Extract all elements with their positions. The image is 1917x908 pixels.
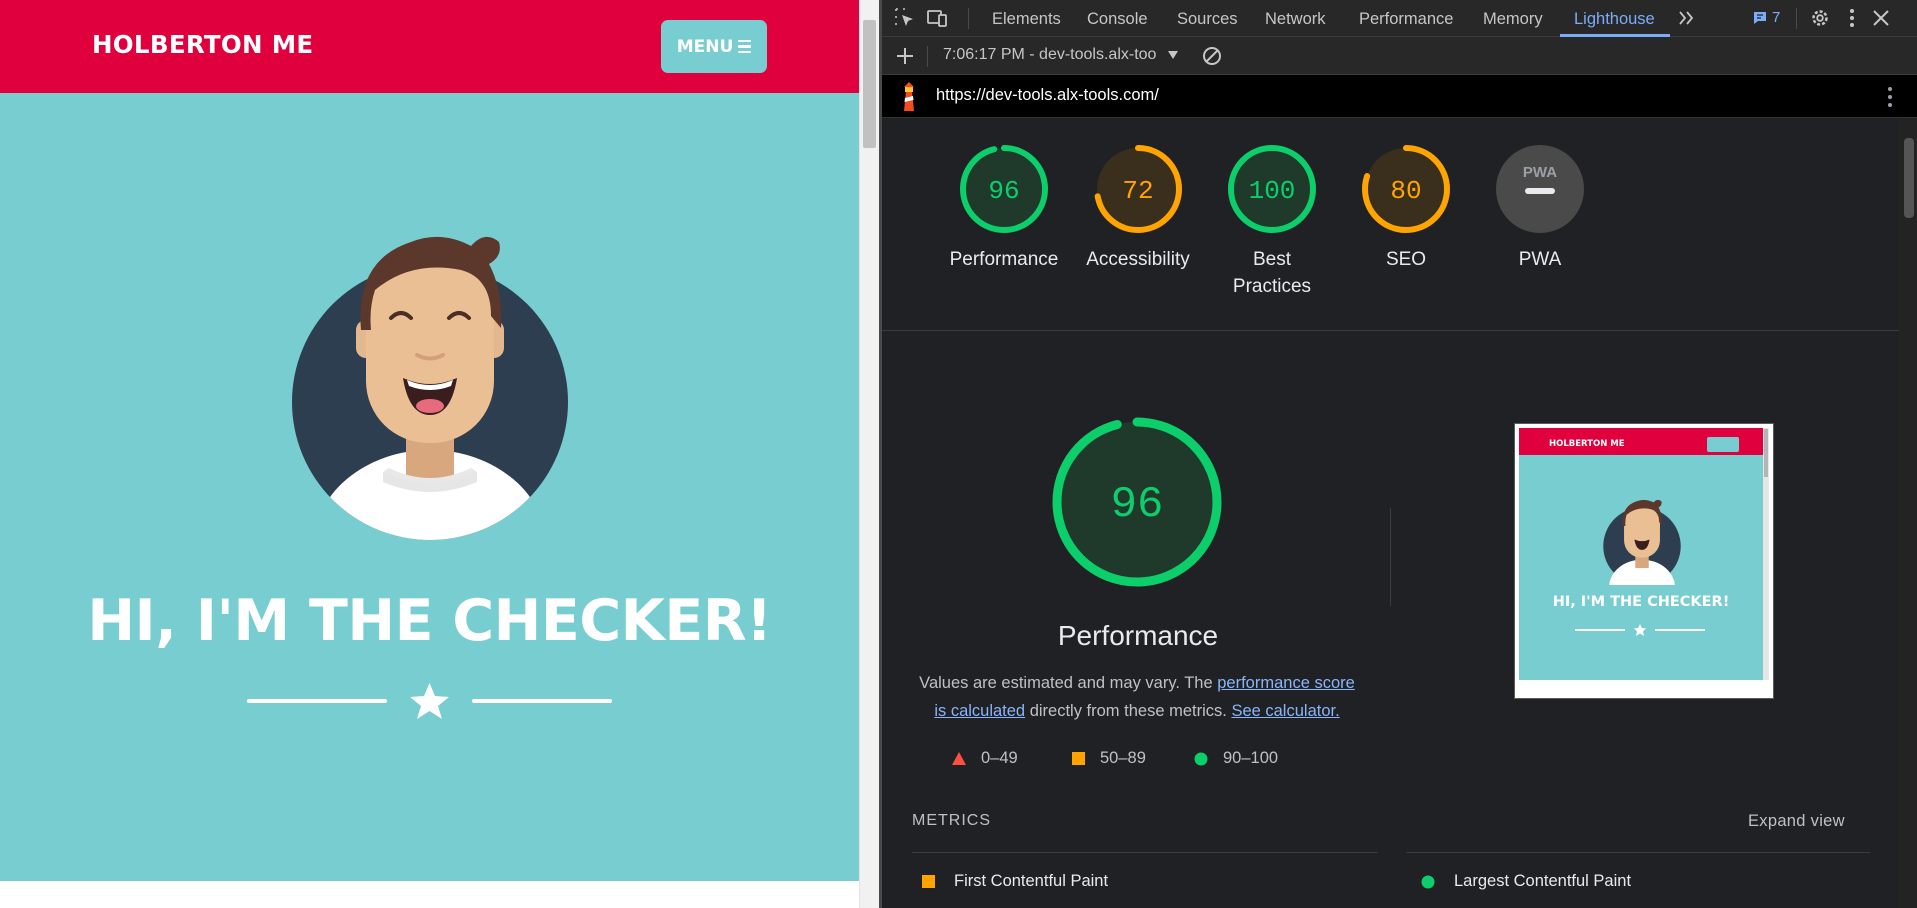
performance-main-gauge: 96 [1052,417,1222,587]
svg-text:PWA: PWA [1523,164,1557,181]
thumb-star-divider [1575,624,1705,636]
device-toolbar-icon[interactable] [926,7,948,29]
tab-performance[interactable]: Performance [1359,10,1453,29]
message-icon [1754,11,1766,24]
menu-button-label: MENU [676,36,734,57]
site-header: HOLBERTON ME MENU [0,0,859,93]
score-value: 80 [1390,176,1421,206]
hamburger-icon [738,39,752,54]
hero-section: HI, I'M THE CHECKER! [0,93,859,881]
category-description: Values are estimated and may vary. The p… [919,674,1355,720]
expand-view-toggle[interactable]: Expand view [1748,812,1845,831]
score-gauge-best-practices[interactable]: 100 Best Practices [1205,144,1339,300]
vertical-divider [1390,508,1391,606]
lighthouse-toolbar: 7:06:17 PM - dev-tools.alx-too [882,37,1917,75]
category-title: Performance [1057,620,1219,651]
star-divider [247,683,612,719]
score-gauge-pwa[interactable]: PWA PWA [1473,144,1607,273]
thumb-menu [1707,437,1739,452]
score-gauge-performance[interactable]: 96 Performance [937,144,1071,273]
devtools-tabbar: Elements Console Sources Network Perform… [882,0,1917,37]
add-icon[interactable] [894,45,916,67]
metrics-heading: METRICS [912,812,991,829]
score-value: 96 [988,176,1019,206]
tab-elements[interactable]: Elements [992,10,1061,29]
score-label: PWA [1518,249,1562,270]
page-scrollbar[interactable] [859,0,879,908]
thumb-avatar [1603,499,1681,585]
thumb-logo: HOLBERTON ME [1549,439,1625,449]
menu-button[interactable]: MENU [661,20,767,73]
score-label: Best Practices [1232,249,1312,297]
tab-console[interactable]: Console [1087,10,1148,29]
tab-memory[interactable]: Memory [1483,10,1543,29]
close-icon[interactable] [1870,7,1892,29]
square-icon [1072,752,1085,765]
divider [1406,852,1870,853]
thumb-title: HI, I'M THE CHECKER! [1552,594,1730,610]
score-gauge-accessibility[interactable]: 72 Accessibility [1071,144,1205,273]
metric-largest-contentful-paint[interactable]: Largest Contentful Paint [1421,872,1631,891]
lighthouse-report: 96 Performance 72 Accessibility 100 Best… [882,118,1899,908]
circle-icon [1194,752,1208,765]
settings-gear-icon[interactable] [1809,7,1831,29]
report-url[interactable]: https://dev-tools.alx-tools.com/ [936,86,1159,105]
legend-pass: 90–100 [1194,749,1278,768]
see-calculator-link[interactable]: See calculator. [1231,702,1339,720]
report-menu-icon[interactable] [1886,85,1894,109]
inspect-element-icon[interactable] [894,7,916,29]
issues-counter[interactable]: 7 [1752,9,1780,26]
legend-fail: 0–49 [952,749,1018,768]
report-url-bar: https://dev-tools.alx-tools.com/ [882,75,1917,118]
gauge-ring: 100 [1228,145,1316,233]
hero-title: HI, I'M THE CHECKER! [87,588,772,654]
main-score-value: 96 [1111,480,1164,530]
report-selector[interactable]: 7:06:17 PM - dev-tools.alx-too [943,46,1156,64]
tab-network[interactable]: Network [1265,10,1326,29]
divider [912,852,1378,853]
circle-icon [1421,875,1435,888]
score-label: SEO [1385,249,1427,270]
legend-average: 50–89 [1072,749,1146,768]
score-value: 72 [1122,176,1153,206]
gauge-ring: 96 [960,145,1048,233]
page-viewport: HOLBERTON ME MENU HI, I'M THE CHECKER! [0,0,859,908]
score-gauge-seo[interactable]: 80 SEO [1339,144,1473,273]
site-logo[interactable]: HOLBERTON ME [92,30,313,59]
dropdown-arrow-icon[interactable] [1168,51,1178,59]
avatar-illustration [292,236,568,540]
more-tabs-chevron-icon[interactable] [1676,7,1698,29]
triangle-icon [952,752,966,765]
metric-first-contentful-paint[interactable]: First Contentful Paint [922,872,1108,891]
devtools-panel: Elements Console Sources Network Perform… [882,0,1917,908]
report-scrollbar[interactable] [1899,118,1917,908]
issues-count: 7 [1772,9,1781,26]
tab-sources[interactable]: Sources [1177,10,1238,29]
score-value: 100 [1249,176,1296,206]
score-legend: 0–49 50–89 90–100 [952,749,1372,771]
final-screenshot-thumbnail[interactable]: HOLBERTON ME HI, I'M THE CHECKER! [1514,423,1774,699]
clear-icon[interactable] [1201,45,1223,67]
gauge-ring: 80 [1362,145,1450,233]
star-icon [410,683,449,719]
kebab-menu-icon[interactable] [1841,7,1863,29]
pwa-badge-icon: PWA [1496,145,1584,233]
square-icon [922,875,935,888]
score-label: Accessibility [1086,249,1190,270]
score-label: Performance [949,249,1059,270]
divider [882,330,1899,331]
gauge-ring: 72 [1094,145,1182,233]
lighthouse-logo-icon [904,82,914,111]
tab-lighthouse[interactable]: Lighthouse [1574,10,1655,29]
